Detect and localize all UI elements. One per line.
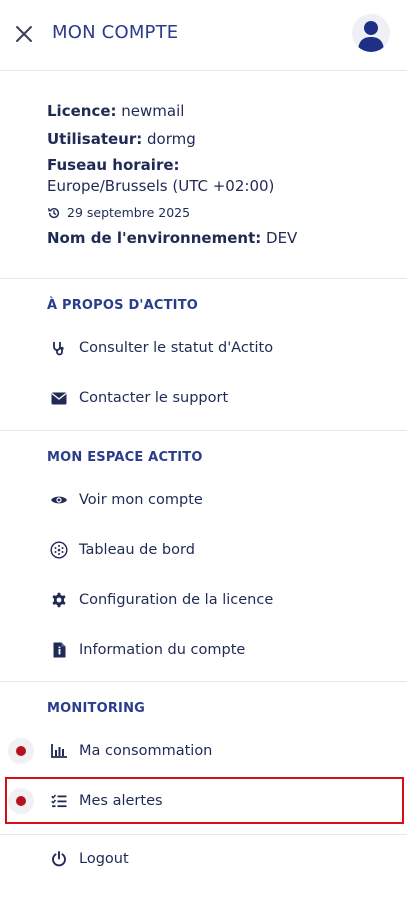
- section-title-space: MON ESPACE ACTITO: [47, 450, 203, 465]
- account-header: MON COMPTE: [0, 0, 407, 71]
- timezone-value: Europe/Brussels (UTC +02:00): [47, 177, 275, 195]
- stethoscope-icon: [50, 339, 68, 357]
- menu-item-licence-config[interactable]: Configuration de la licence: [0, 578, 407, 622]
- menu-item-label: Tableau de bord: [79, 542, 195, 558]
- menu-item-label: Consulter le statut d'Actito: [79, 340, 274, 356]
- divider: [0, 681, 407, 682]
- menu-item-dashboard[interactable]: Tableau de bord: [0, 528, 407, 572]
- divider: [0, 430, 407, 431]
- date-line: 29 septembre 2025: [47, 205, 190, 220]
- licence-label: Licence:: [47, 102, 117, 120]
- menu-item-label: Contacter le support: [79, 390, 229, 406]
- menu-item-label: Mes alertes: [79, 793, 163, 809]
- power-icon: [50, 850, 68, 868]
- environment-value: DEV: [266, 229, 298, 247]
- menu-item-alerts[interactable]: Mes alertes: [0, 779, 407, 823]
- environment-label: Nom de l'environnement:: [47, 229, 262, 247]
- user-label: Utilisateur:: [47, 130, 143, 148]
- licence-line: Licence: newmail: [47, 102, 184, 120]
- menu-item-consumption[interactable]: Ma consommation: [0, 729, 407, 773]
- dashboard-icon: [50, 541, 68, 559]
- licence-value: newmail: [121, 102, 185, 120]
- date-value: 29 septembre 2025: [67, 205, 191, 220]
- envelope-icon: [50, 389, 68, 407]
- gear-icon: [50, 591, 68, 609]
- file-info-icon: [50, 641, 68, 659]
- user-value: dormg: [147, 130, 196, 148]
- menu-item-status[interactable]: Consulter le statut d'Actito: [0, 326, 407, 370]
- history-icon: [48, 207, 60, 218]
- bar-chart-icon: [50, 742, 68, 760]
- menu-item-label: Voir mon compte: [79, 492, 203, 508]
- menu-item-support[interactable]: Contacter le support: [0, 376, 407, 420]
- menu-item-label: Ma consommation: [79, 743, 213, 759]
- section-title-about: À PROPOS D'ACTITO: [47, 298, 199, 313]
- menu-item-account-info[interactable]: Information du compte: [0, 628, 407, 672]
- divider: [0, 834, 407, 835]
- divider: [0, 278, 407, 279]
- menu-item-view-account[interactable]: Voir mon compte: [0, 478, 407, 522]
- eye-icon: [50, 491, 68, 509]
- user-icon: [358, 21, 384, 52]
- avatar[interactable]: [352, 14, 390, 52]
- checklist-icon: [50, 792, 68, 810]
- menu-item-label: Information du compte: [79, 642, 246, 658]
- menu-item-label: Configuration de la licence: [79, 592, 274, 608]
- timezone-label-line: Fuseau horaire:: [47, 156, 180, 174]
- alert-indicator: [8, 788, 34, 814]
- timezone-label: Fuseau horaire:: [47, 156, 180, 174]
- logout-label: Logout: [79, 851, 129, 867]
- user-line: Utilisateur: dormg: [47, 130, 196, 148]
- alert-indicator: [8, 738, 34, 764]
- section-title-monitoring: MONITORING: [47, 701, 146, 716]
- page-title: MON COMPTE: [52, 22, 179, 43]
- environment-line: Nom de l'environnement: DEV: [47, 229, 297, 247]
- close-icon[interactable]: [12, 22, 36, 46]
- logout-button[interactable]: Logout: [0, 837, 407, 881]
